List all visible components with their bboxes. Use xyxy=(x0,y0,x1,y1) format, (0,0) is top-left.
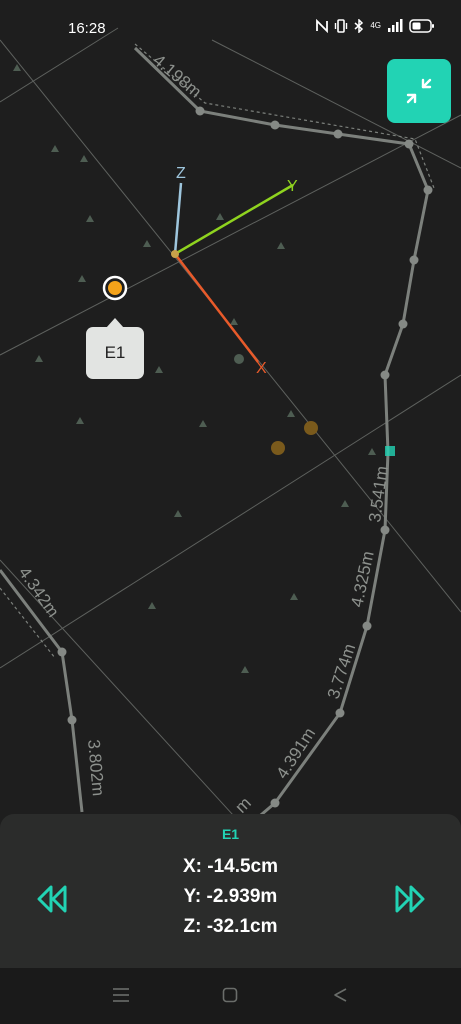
point-callout-label: E1 xyxy=(104,343,126,362)
previous-point-button[interactable] xyxy=(35,884,69,914)
y-axis-label: Y xyxy=(287,178,298,195)
nfc-icon xyxy=(316,19,329,33)
distance-label: 4.198m xyxy=(149,51,205,102)
battery-icon xyxy=(409,19,434,33)
signal-icon xyxy=(388,19,403,32)
axes-gizmo: Y X Z xyxy=(171,165,298,377)
point-name: E1 xyxy=(221,826,240,842)
status-icons: 4G xyxy=(316,19,435,33)
point-info-panel: E1 X: -14.5cm Y: -2.939m Z: -32.1cm xyxy=(0,814,461,968)
distance-labels: 4.198m 3.541m 4.325m 3.774m 4.391m 4.342… xyxy=(15,51,392,817)
measured-path xyxy=(0,43,435,822)
coordinate-x: X: -14.5cm xyxy=(182,856,279,877)
distance-label: 3.541m xyxy=(365,465,392,524)
faded-points xyxy=(271,421,318,455)
x-axis-line xyxy=(174,253,259,363)
y-axis-line xyxy=(174,183,294,256)
next-point-button[interactable] xyxy=(393,884,427,914)
distance-label: 4.342m xyxy=(15,563,63,620)
current-point-marker[interactable] xyxy=(102,275,128,301)
coordinate-z: Z: -32.1cm xyxy=(183,916,278,937)
network-type-label: 4G xyxy=(370,21,381,30)
path-marker xyxy=(385,446,395,456)
system-navigation-bar xyxy=(0,968,461,1024)
double-chevron-left-icon xyxy=(37,885,67,913)
x-axis-label: X xyxy=(256,360,267,377)
double-chevron-right-icon xyxy=(395,885,425,913)
menu-icon[interactable] xyxy=(112,987,130,1003)
z-axis-line xyxy=(173,182,183,255)
coordinate-y: Y: -2.939m xyxy=(183,886,278,907)
vibrate-icon xyxy=(335,19,348,33)
point-callout: E1 xyxy=(86,318,144,379)
back-icon[interactable] xyxy=(332,987,348,1003)
z-axis-label: Z xyxy=(176,165,186,182)
scatter-points xyxy=(13,64,376,673)
status-bar: 16:28 4G xyxy=(0,0,461,48)
clock: 16:28 xyxy=(68,20,106,37)
home-icon[interactable] xyxy=(222,987,238,1003)
collapse-icon xyxy=(406,78,432,104)
bluetooth-icon xyxy=(354,19,364,33)
collapse-button[interactable] xyxy=(387,59,451,123)
distance-label: 3.802m xyxy=(84,739,108,797)
